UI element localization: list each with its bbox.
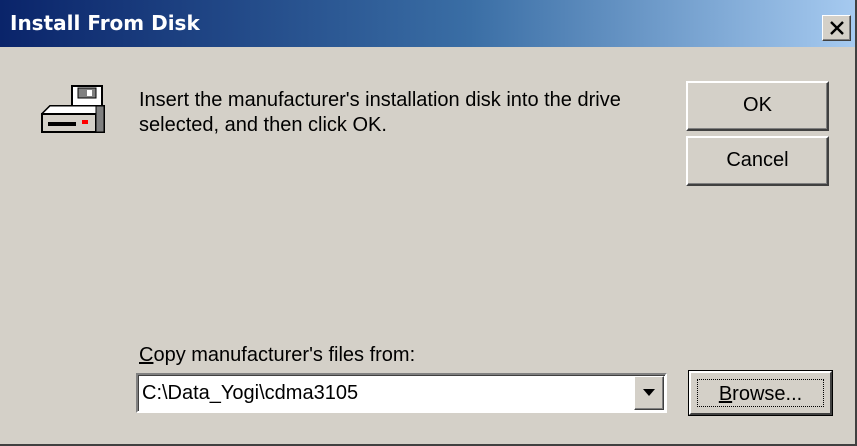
browse-button[interactable]: Browse... — [688, 370, 833, 416]
copy-from-label-text: opy manufacturer's files from: — [153, 344, 416, 366]
cancel-button-label: Cancel — [726, 149, 789, 171]
browse-label-accelerator: B — [718, 383, 733, 405]
instruction-text: Insert the manufacturer's installation d… — [139, 89, 621, 136]
install-from-disk-dialog: Install From Disk Insert the manufacture… — [0, 0, 857, 446]
browse-label-text: rowse... — [732, 383, 803, 405]
ok-button-label: OK — [743, 94, 772, 116]
dropdown-button[interactable] — [634, 376, 664, 410]
copy-from-combobox[interactable]: C:\Data_Yogi\cdma3105 — [136, 373, 667, 413]
title-bar[interactable]: Install From Disk — [0, 0, 855, 47]
chevron-down-icon — [643, 389, 655, 396]
close-icon — [830, 21, 844, 35]
browse-button-label: Browse... — [697, 379, 824, 407]
copy-from-label-accelerator: C — [139, 344, 154, 366]
cancel-button[interactable]: Cancel — [686, 136, 829, 186]
floppy-drive-icon — [40, 85, 106, 133]
close-button[interactable] — [822, 15, 851, 41]
dialog-title: Install From Disk — [10, 11, 200, 35]
copy-from-label: Copy manufacturer's files from: — [139, 343, 415, 367]
ok-button[interactable]: OK — [686, 81, 829, 131]
copy-from-path[interactable]: C:\Data_Yogi\cdma3105 — [142, 380, 358, 406]
